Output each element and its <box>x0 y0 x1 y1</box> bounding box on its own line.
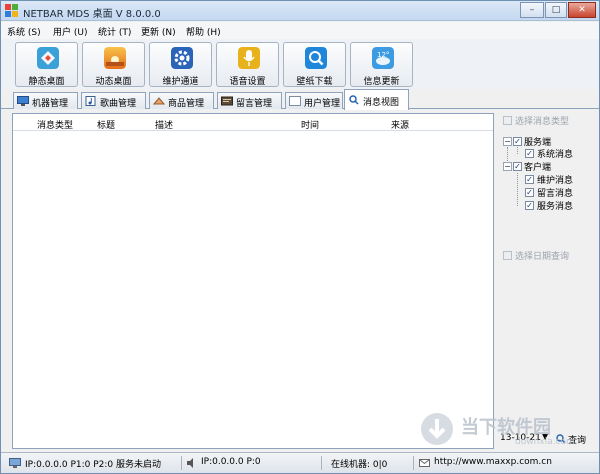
static-desktop-icon <box>37 47 59 69</box>
app-logo-icon <box>5 4 18 17</box>
menu-update[interactable]: 更新 (N) <box>141 25 176 38</box>
service-message-checkbox[interactable]: ✓ <box>525 201 534 210</box>
server-expander[interactable]: − <box>503 137 512 146</box>
column-source[interactable]: 来源 <box>391 118 409 131</box>
menu-user[interactable]: 用户 (U) <box>53 25 87 38</box>
tab-message-view[interactable]: 消息视图 <box>344 89 409 110</box>
date-filter-checkbox[interactable] <box>503 251 512 260</box>
dynamic-desktop-icon <box>104 47 126 69</box>
watermark: 当下软件园 downxia.com <box>419 407 599 452</box>
monitor-icon <box>17 96 29 106</box>
user-icon <box>289 96 301 106</box>
wallpaper-download-label: 壁纸下载 <box>296 77 333 87</box>
tab-song-management[interactable]: 歌曲管理 <box>81 92 146 109</box>
column-message-type[interactable]: 消息类型 <box>37 118 73 131</box>
microphone-icon <box>238 47 260 69</box>
speaker-icon <box>187 458 193 468</box>
toolbar: 静态桌面 动态桌面 维护通道 语音设置 壁纸下载 12° 信息更新 <box>1 39 599 89</box>
tab-label: 机器管理 <box>32 99 69 109</box>
tab-label: 用户管理 <box>304 99 341 109</box>
filter-panel: 选择消息类型 − ✓ 服务端 ✓ 系统消息 − ✓ 客户端 ✓ 维护消息 ✓ 留… <box>498 111 597 449</box>
wallpaper-download-button[interactable]: 壁纸下载 <box>283 42 346 87</box>
dynamic-desktop-label: 动态桌面 <box>95 77 132 87</box>
info-update-label: 信息更新 <box>363 77 400 87</box>
magnifier-icon <box>349 95 359 105</box>
maintenance-gear-icon <box>171 47 193 69</box>
music-icon <box>85 96 96 106</box>
maximize-button[interactable]: □ <box>545 2 567 18</box>
leave-message-checkbox[interactable]: ✓ <box>525 188 534 197</box>
tab-strip: 机器管理 歌曲管理 商品管理 留言管理 用户管理 消息视图 <box>1 89 599 110</box>
status-bar: IP:0.0.0.0 P1:0 P2:0 服务未启动 IP:0.0.0.0 P:… <box>1 452 599 473</box>
goods-icon <box>153 97 165 105</box>
dynamic-desktop-button[interactable]: 动态桌面 <box>82 42 145 87</box>
weather-info-icon: 12° <box>372 47 394 69</box>
system-message-checkbox[interactable]: ✓ <box>525 149 534 158</box>
close-button[interactable]: ✕ <box>568 2 596 18</box>
info-update-button[interactable]: 12° 信息更新 <box>350 42 413 87</box>
tab-label: 留言管理 <box>236 99 273 109</box>
client-checkbox[interactable]: ✓ <box>513 162 522 171</box>
column-title[interactable]: 标题 <box>97 118 115 131</box>
online-machines-text: 在线机器: 0|0 <box>331 460 388 470</box>
date-filter-label: 选择日期查询 <box>515 252 570 262</box>
audio-status-text: IP:0.0.0.0 P:0 <box>201 457 261 467</box>
tree-node-leave-message[interactable]: 留言消息 <box>537 186 573 199</box>
message-type-filter-label: 选择消息类型 <box>515 117 570 127</box>
app-window: NETBAR MDS 桌面 V 8.0.0.0 – □ ✕ 系统 (S) 用户 … <box>0 0 600 474</box>
title-bar: NETBAR MDS 桌面 V 8.0.0.0 – □ ✕ <box>1 1 599 21</box>
watermark-text: 当下软件园 <box>461 417 551 438</box>
client-expander[interactable]: − <box>503 162 512 171</box>
tab-message-management[interactable]: 留言管理 <box>217 92 282 109</box>
server-status-icon <box>9 458 21 468</box>
tree-node-maintenance-message[interactable]: 维护消息 <box>537 173 573 186</box>
message-icon <box>221 96 233 106</box>
list-header: 消息类型 标题 描述 时间 来源 <box>13 114 493 131</box>
maintenance-channel-label: 维护通道 <box>162 77 199 87</box>
message-type-filter-checkbox[interactable] <box>503 116 512 125</box>
menu-help[interactable]: 帮助 (H) <box>186 25 221 38</box>
watermark-subtext: downxia.com <box>515 437 575 447</box>
weather-badge: 12° <box>377 51 389 59</box>
server-checkbox[interactable]: ✓ <box>513 137 522 146</box>
website-link[interactable]: http://www.maxxp.com.cn <box>434 457 552 467</box>
column-description[interactable]: 描述 <box>155 118 173 131</box>
download-logo-icon <box>421 413 453 445</box>
maintenance-message-checkbox[interactable]: ✓ <box>525 175 534 184</box>
column-time[interactable]: 时间 <box>301 118 319 131</box>
minimize-button[interactable]: – <box>520 2 544 18</box>
tree-node-service-message[interactable]: 服务消息 <box>537 199 573 212</box>
window-title: NETBAR MDS 桌面 V 8.0.0.0 <box>23 9 161 20</box>
menu-statistics[interactable]: 统计 (T) <box>98 25 131 38</box>
tab-goods-management[interactable]: 商品管理 <box>149 92 214 109</box>
tab-machine-management[interactable]: 机器管理 <box>13 92 78 109</box>
tab-label: 商品管理 <box>168 99 205 109</box>
tree-node-client[interactable]: 客户端 <box>524 160 551 173</box>
voice-settings-label: 语音设置 <box>229 77 266 87</box>
mail-icon <box>419 459 430 467</box>
server-status-text: IP:0.0.0.0 P1:0 P2:0 服务未启动 <box>25 460 162 470</box>
static-desktop-label: 静态桌面 <box>28 77 65 87</box>
tree-node-system-message[interactable]: 系统消息 <box>537 147 573 160</box>
menu-system[interactable]: 系统 (S) <box>7 25 41 38</box>
maintenance-channel-button[interactable]: 维护通道 <box>149 42 212 87</box>
static-desktop-button[interactable]: 静态桌面 <box>15 42 78 87</box>
tab-label: 歌曲管理 <box>100 99 137 109</box>
menu-bar: 系统 (S) 用户 (U) 统计 (T) 更新 (N) 帮助 (H) <box>1 22 599 39</box>
message-list[interactable]: 消息类型 标题 描述 时间 来源 <box>12 113 494 449</box>
search-download-icon <box>305 47 327 69</box>
voice-settings-button[interactable]: 语音设置 <box>216 42 279 87</box>
tab-user-management[interactable]: 用户管理 <box>285 92 343 109</box>
tab-label: 消息视图 <box>363 98 400 108</box>
